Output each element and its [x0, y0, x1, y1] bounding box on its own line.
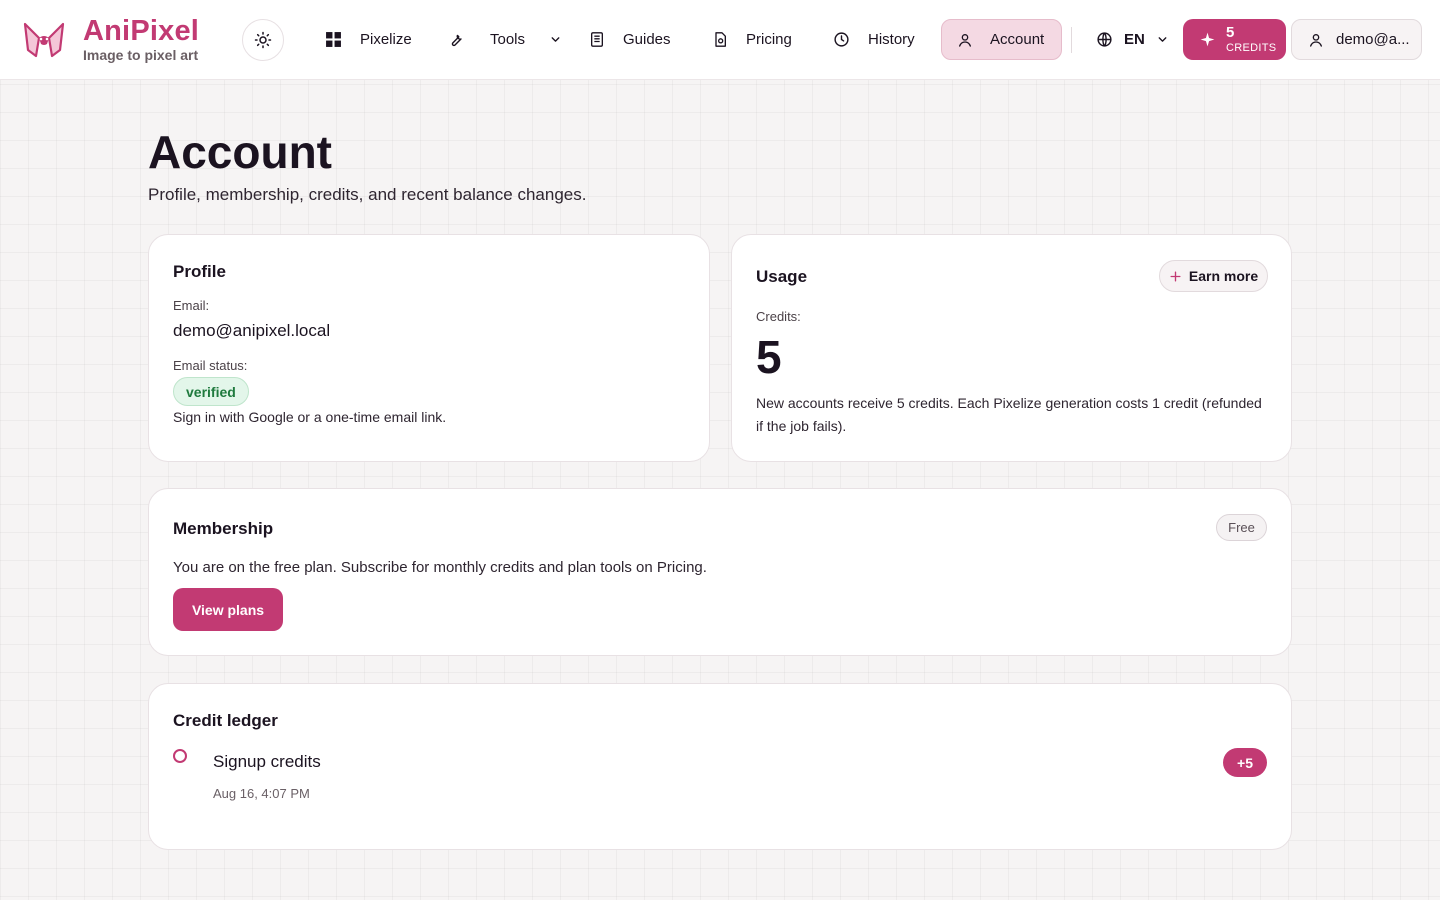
- email-value: demo@anipixel.local: [173, 321, 331, 340]
- plan-badge: Free: [1216, 514, 1267, 541]
- usage-title: Usage: [756, 267, 808, 286]
- plus-icon: [1170, 270, 1181, 282]
- signin-note: Sign in with Google or a one-time email …: [173, 409, 447, 425]
- grid-icon: [326, 32, 341, 47]
- nav-pixelize-label: Pixelize: [360, 31, 412, 48]
- ledger-title: Credit ledger: [173, 711, 278, 730]
- profile-title: Profile: [173, 262, 226, 281]
- page-title: Account: [148, 126, 332, 178]
- ledger-entry-dot-icon: [173, 749, 187, 763]
- user-icon: [1310, 33, 1322, 47]
- nav-tools[interactable]: Tools: [447, 19, 562, 60]
- chevron-down-icon: [1158, 37, 1167, 42]
- membership-card: Membership Free You are on the free plan…: [148, 488, 1292, 656]
- top-navbar: AniPixel Image to pixel art Pixelize Too…: [0, 0, 1440, 80]
- credits-label: CREDITS: [1226, 42, 1277, 54]
- membership-title: Membership: [173, 519, 274, 538]
- wrench-icon: [451, 34, 462, 47]
- nav-account-label: Account: [990, 31, 1045, 48]
- nav-history[interactable]: History: [833, 19, 915, 60]
- language-selector[interactable]: EN: [1096, 19, 1169, 60]
- nav-divider: [1071, 27, 1072, 53]
- nav-history-label: History: [868, 31, 915, 48]
- ledger-entry-amount: +5: [1223, 748, 1267, 777]
- email-label: Email:: [173, 298, 210, 313]
- nav-tools-label: Tools: [490, 31, 526, 48]
- nav-pricing[interactable]: Pricing: [712, 19, 792, 60]
- app-tagline: Image to pixel art: [83, 47, 199, 63]
- user-icon: [959, 33, 971, 47]
- user-email-label: demo@a...: [1336, 31, 1410, 48]
- view-plans-button[interactable]: View plans: [173, 588, 283, 631]
- user-menu-button[interactable]: demo@a...: [1291, 19, 1422, 60]
- chevron-down-icon: [551, 37, 560, 42]
- logo[interactable]: AniPixel Image to pixel art: [22, 16, 199, 63]
- credit-ledger-card: Credit ledger Signup credits Aug 16, 4:0…: [148, 683, 1292, 850]
- credits-note: New accounts receive 5 credits. Each Pix…: [756, 395, 1262, 434]
- profile-card: Profile Email: demo@anipixel.local Email…: [148, 234, 710, 462]
- email-status-badge: verified: [173, 377, 249, 406]
- nav-pixelize[interactable]: Pixelize: [325, 19, 412, 60]
- receipt-icon: [715, 32, 726, 47]
- email-status-label: Email status:: [173, 358, 248, 373]
- usage-card: Usage Earn more Credits: 5 New accounts …: [731, 234, 1292, 462]
- page-subtitle: Profile, membership, credits, and recent…: [148, 185, 587, 204]
- nav-account[interactable]: Account: [941, 19, 1063, 60]
- sparkle-icon: [1200, 32, 1215, 47]
- earn-more-button[interactable]: Earn more: [1159, 260, 1268, 292]
- app-name: AniPixel: [83, 15, 200, 47]
- theme-toggle-button[interactable]: [242, 19, 284, 61]
- ledger-entry-time: Aug 16, 4:07 PM: [213, 786, 310, 801]
- nav-pricing-label: Pricing: [746, 31, 792, 48]
- clock-icon: [834, 32, 849, 47]
- ledger-entry-title: Signup credits: [213, 752, 321, 771]
- credits-count: 5: [1226, 24, 1235, 41]
- document-icon: [591, 32, 603, 47]
- globe-icon: [1097, 32, 1112, 47]
- language-label: EN: [1124, 31, 1145, 48]
- earn-more-label: Earn more: [1188, 268, 1259, 284]
- credits-button[interactable]: 5 CREDITS: [1183, 19, 1286, 60]
- credits-field-label: Credits:: [756, 309, 801, 324]
- cat-ears-logo-icon: [23, 22, 65, 57]
- credits-balance: 5: [756, 331, 782, 383]
- membership-description: You are on the free plan. Subscribe for …: [173, 559, 707, 576]
- nav-guides[interactable]: Guides: [589, 19, 671, 60]
- nav-guides-label: Guides: [623, 31, 671, 48]
- sun-icon: [254, 31, 272, 49]
